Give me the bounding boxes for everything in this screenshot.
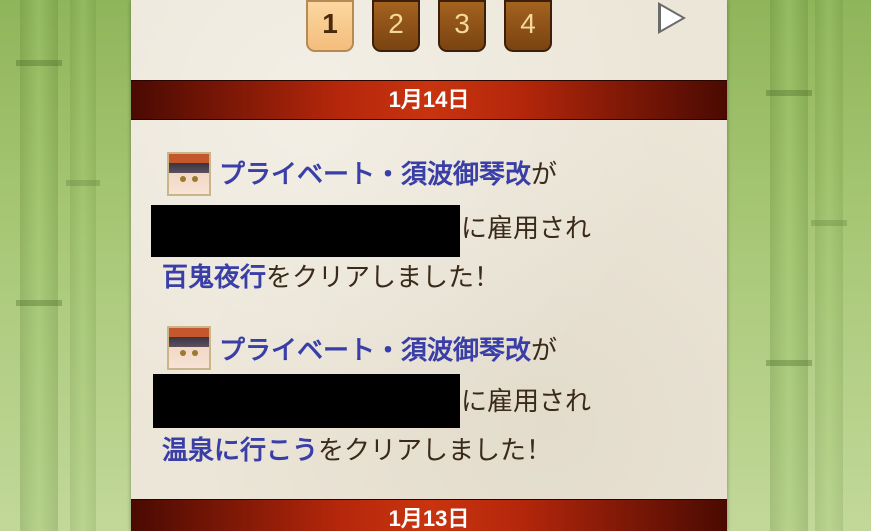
play-triangle-icon[interactable] bbox=[658, 2, 686, 34]
player-avatar bbox=[167, 326, 211, 370]
bamboo-decoration bbox=[766, 0, 812, 531]
mission-link[interactable]: 百鬼夜行 bbox=[162, 263, 266, 293]
hired-text: に雇用され bbox=[461, 214, 592, 244]
bamboo-decoration bbox=[66, 0, 100, 531]
redacted-box bbox=[153, 374, 460, 428]
particle-text: が bbox=[531, 336, 558, 366]
bamboo-decoration bbox=[16, 0, 62, 531]
clear-text: をクリアしました！ bbox=[318, 436, 553, 466]
player-avatar bbox=[167, 152, 211, 196]
redacted-box bbox=[151, 205, 460, 257]
history-panel: 1 2 3 4 1月14日 プライベート・須波御琴改が に雇用され 百鬼夜行をク… bbox=[131, 0, 727, 531]
date-header: 1月14日 bbox=[131, 80, 727, 120]
clear-text: をクリアしました！ bbox=[266, 263, 501, 293]
player-name-link[interactable]: プライベート・須波御琴改 bbox=[219, 160, 531, 190]
page-4-button[interactable]: 4 bbox=[504, 0, 552, 52]
player-name-link[interactable]: プライベート・須波御琴改 bbox=[219, 336, 531, 366]
page-3-button[interactable]: 3 bbox=[438, 0, 486, 52]
date-header: 1月13日 bbox=[131, 499, 727, 531]
hired-text: に雇用され bbox=[461, 387, 592, 417]
bamboo-decoration bbox=[811, 0, 847, 531]
page-2-button[interactable]: 2 bbox=[372, 0, 420, 52]
page-1-button[interactable]: 1 bbox=[306, 0, 354, 52]
mission-link[interactable]: 温泉に行こう bbox=[162, 436, 318, 466]
particle-text: が bbox=[531, 160, 558, 190]
pagination: 1 2 3 4 bbox=[131, 0, 727, 60]
